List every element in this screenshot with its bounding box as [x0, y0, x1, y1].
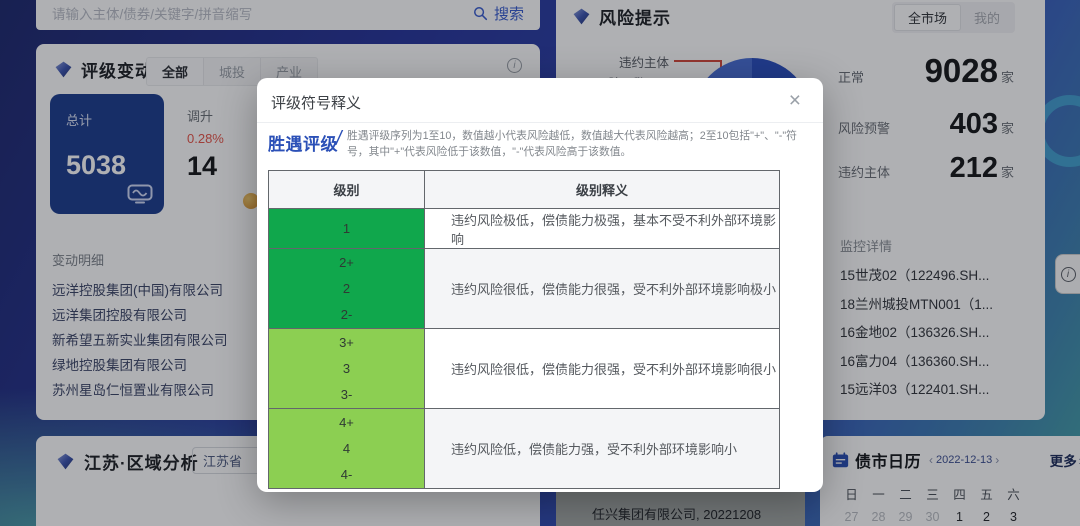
- rating-level-row: 1 违约风险极低，偿债能力极强，基本不受不利外部环境影响: [269, 209, 780, 249]
- level-cell: 3+ 3 3-: [269, 329, 425, 409]
- brand-name: 胜遇评级: [268, 130, 338, 155]
- modal-divider: [257, 122, 823, 123]
- level-cell: 4+ 4 4-: [269, 409, 425, 489]
- level-description-cell: 违约风险很低，偿债能力很强，受不利外部环境影响极小: [425, 249, 780, 329]
- level-description-cell: 违约风险很低，偿债能力很强，受不利外部环境影响很小: [425, 329, 780, 409]
- rating-table-body: 1 违约风险极低，偿债能力极强，基本不受不利外部环境影响 2+ 2 2- 违约风…: [269, 209, 780, 489]
- table-header-meaning: 级别释义: [425, 171, 780, 209]
- level-cell: 1: [269, 209, 425, 249]
- app-root: 搜索 评级变动 全部 城投 产业 i 总计 5038: [0, 0, 1080, 526]
- close-icon[interactable]: ×: [789, 86, 801, 115]
- brand-slash-divider: /: [336, 128, 342, 151]
- rating-scale-description: 胜遇评级序列为1至10，数值越小代表风险越低，数值越大代表风险越高；2至10包括…: [347, 128, 809, 160]
- rating-level-row: 2+ 2 2- 违约风险很低，偿债能力很强，受不利外部环境影响极小: [269, 249, 780, 329]
- rating-legend-table: 级别 级别释义 1 违约风险极低，偿债能力极强，基本不受不利外部环境影响 2+ …: [268, 170, 780, 489]
- table-header-level: 级别: [269, 171, 425, 209]
- rating-legend-modal: 评级符号释义 × 胜遇评级 / 胜遇评级序列为1至10，数值越小代表风险越低，数…: [257, 78, 823, 492]
- modal-title: 评级符号释义: [271, 92, 361, 113]
- table-header-row: 级别 级别释义: [269, 171, 780, 209]
- rating-level-row: 4+ 4 4- 违约风险低，偿债能力强，受不利外部环境影响小: [269, 409, 780, 489]
- level-description-cell: 违约风险低，偿债能力强，受不利外部环境影响小: [425, 409, 780, 489]
- level-description-cell: 违约风险极低，偿债能力极强，基本不受不利外部环境影响: [425, 209, 780, 249]
- rating-level-row: 3+ 3 3- 违约风险很低，偿债能力很强，受不利外部环境影响很小: [269, 329, 780, 409]
- level-cell: 2+ 2 2-: [269, 249, 425, 329]
